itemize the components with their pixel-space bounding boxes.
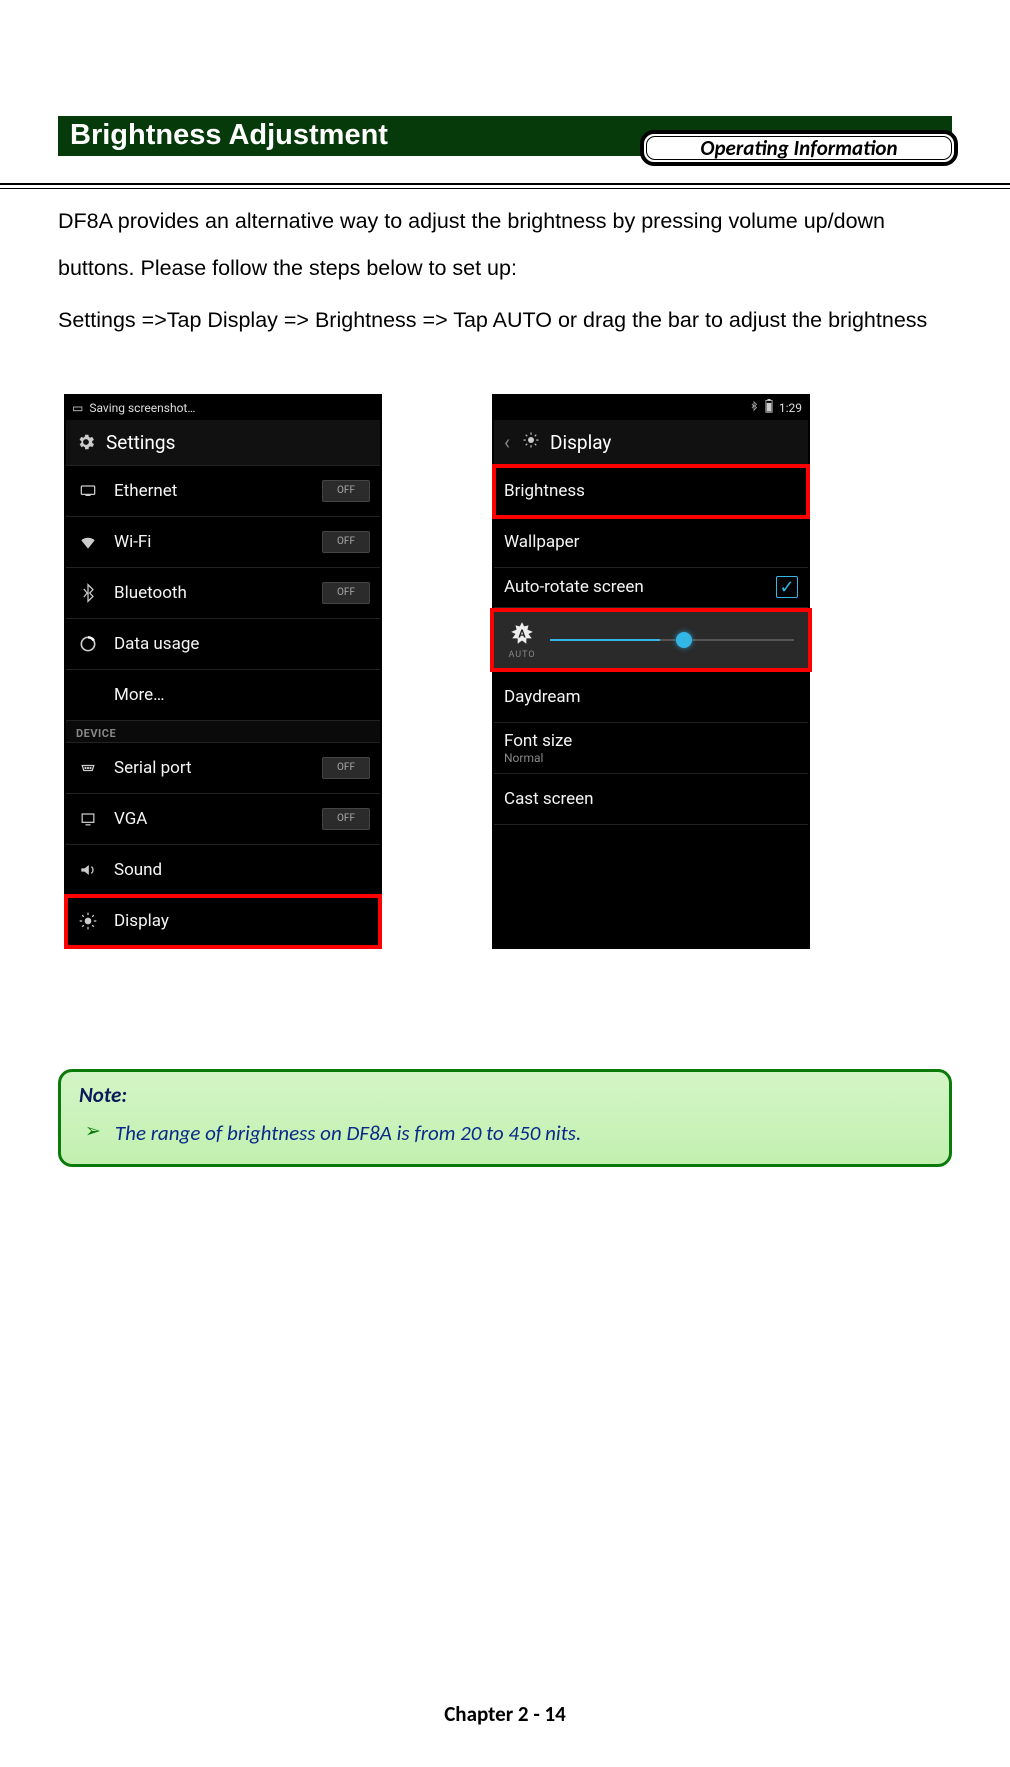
screenshot-settings: ▭ Saving screenshot… Settings Ethernet O… — [64, 394, 382, 949]
settings-title: Settings — [106, 431, 175, 454]
row-label: More… — [114, 685, 370, 705]
auto-label: AUTO — [508, 650, 535, 660]
toggle-off[interactable]: OFF — [322, 757, 370, 779]
settings-row-data-usage[interactable]: Data usage — [66, 619, 380, 670]
battery-icon — [765, 399, 773, 416]
statusbar-text: Saving screenshot… — [89, 401, 195, 415]
screenshot-display: 1:29 ‹ Display Brightness Wallpaper Auto… — [492, 394, 810, 949]
row-label: Serial port — [114, 758, 308, 778]
note-item: ➢ The range of brightness on DF8A is fro… — [79, 1120, 931, 1146]
svg-text:A: A — [518, 627, 526, 640]
row-label: Data usage — [114, 634, 370, 654]
row-label: Bluetooth — [114, 583, 308, 603]
serial-port-icon — [76, 758, 100, 778]
footer-text: Chapter 2 - 14 — [444, 1701, 566, 1727]
paragraph-1: DF8A provides an alternative way to adju… — [58, 198, 952, 293]
row-label: Auto-rotate screen — [504, 577, 762, 597]
sound-icon — [76, 860, 100, 880]
paragraph-2: Settings =>Tap Display => Brightness => … — [58, 297, 952, 344]
settings-row-more[interactable]: More… — [66, 670, 380, 721]
auto-brightness-icon[interactable]: A — [508, 620, 536, 648]
chapter-tab-text: Operating Information — [700, 135, 897, 161]
screenshot-status-icon: ▭ — [72, 401, 83, 415]
display-row-wallpaper[interactable]: Wallpaper — [494, 517, 808, 568]
display-row-auto-rotate[interactable]: Auto-rotate screen — [494, 568, 808, 608]
display-row-daydream[interactable]: Daydream — [494, 672, 808, 723]
row-label: Wallpaper — [504, 532, 798, 552]
status-bar: ▭ Saving screenshot… — [66, 396, 380, 420]
wifi-icon — [76, 532, 100, 552]
brightness-slider[interactable] — [550, 639, 794, 641]
toggle-off[interactable]: OFF — [322, 582, 370, 604]
gear-icon — [76, 432, 96, 452]
settings-row-sound[interactable]: Sound — [66, 845, 380, 896]
brightness-slider-popup: A AUTO — [490, 608, 812, 672]
bluetooth-status-icon — [749, 400, 759, 415]
chapter-tab: Operating Information — [640, 130, 958, 166]
statusbar-time: 1:29 — [779, 401, 802, 415]
settings-row-display[interactable]: Display — [66, 896, 380, 947]
status-bar: 1:29 — [494, 396, 808, 420]
header-rule — [0, 183, 1010, 189]
toggle-off[interactable]: OFF — [322, 480, 370, 502]
settings-row-vga[interactable]: VGA OFF — [66, 794, 380, 845]
row-label: VGA — [114, 809, 308, 829]
settings-row-serial-port[interactable]: Serial port OFF — [66, 743, 380, 794]
row-label: Display — [114, 911, 370, 931]
note-text: The range of brightness on DF8A is from … — [115, 1120, 581, 1146]
display-row-brightness[interactable]: Brightness — [494, 466, 808, 517]
row-label: Daydream — [504, 687, 798, 707]
row-label: Wi-Fi — [114, 532, 308, 552]
data-usage-icon — [76, 634, 100, 654]
settings-header: Settings — [66, 420, 380, 466]
back-chevron-icon[interactable]: ‹ — [504, 430, 510, 454]
row-label: Brightness — [504, 481, 798, 501]
toggle-off[interactable]: OFF — [322, 531, 370, 553]
display-row-font-size[interactable]: Font size Normal — [494, 723, 808, 774]
row-label: Font size — [504, 731, 798, 751]
toggle-off[interactable]: OFF — [322, 808, 370, 830]
bluetooth-icon — [76, 583, 100, 603]
note-title: Note: — [79, 1082, 931, 1108]
row-label: Ethernet — [114, 481, 308, 501]
section-heading-text: Brightness Adjustment — [70, 119, 388, 151]
bullet-arrow-icon: ➢ — [85, 1120, 101, 1143]
slider-thumb[interactable] — [676, 632, 692, 648]
settings-row-bluetooth[interactable]: Bluetooth OFF — [66, 568, 380, 619]
display-title: Display — [550, 431, 611, 454]
settings-row-ethernet[interactable]: Ethernet OFF — [66, 466, 380, 517]
ethernet-icon — [76, 481, 100, 501]
row-label: Sound — [114, 860, 370, 880]
display-row-cast-screen[interactable]: Cast screen — [494, 774, 808, 825]
display-icon — [76, 911, 100, 931]
settings-row-wifi[interactable]: Wi-Fi OFF — [66, 517, 380, 568]
row-label: Cast screen — [504, 789, 798, 809]
page-footer: Chapter 2 - 14 — [0, 1701, 1010, 1727]
display-header[interactable]: ‹ Display — [494, 420, 808, 466]
row-sublabel: Normal — [504, 751, 798, 765]
slider-fill — [550, 639, 660, 641]
display-icon — [522, 431, 540, 454]
section-header-device: DEVICE — [66, 721, 380, 743]
body-text: DF8A provides an alternative way to adju… — [58, 198, 952, 344]
note-box: Note: ➢ The range of brightness on DF8A … — [58, 1069, 952, 1167]
vga-icon — [76, 809, 100, 829]
